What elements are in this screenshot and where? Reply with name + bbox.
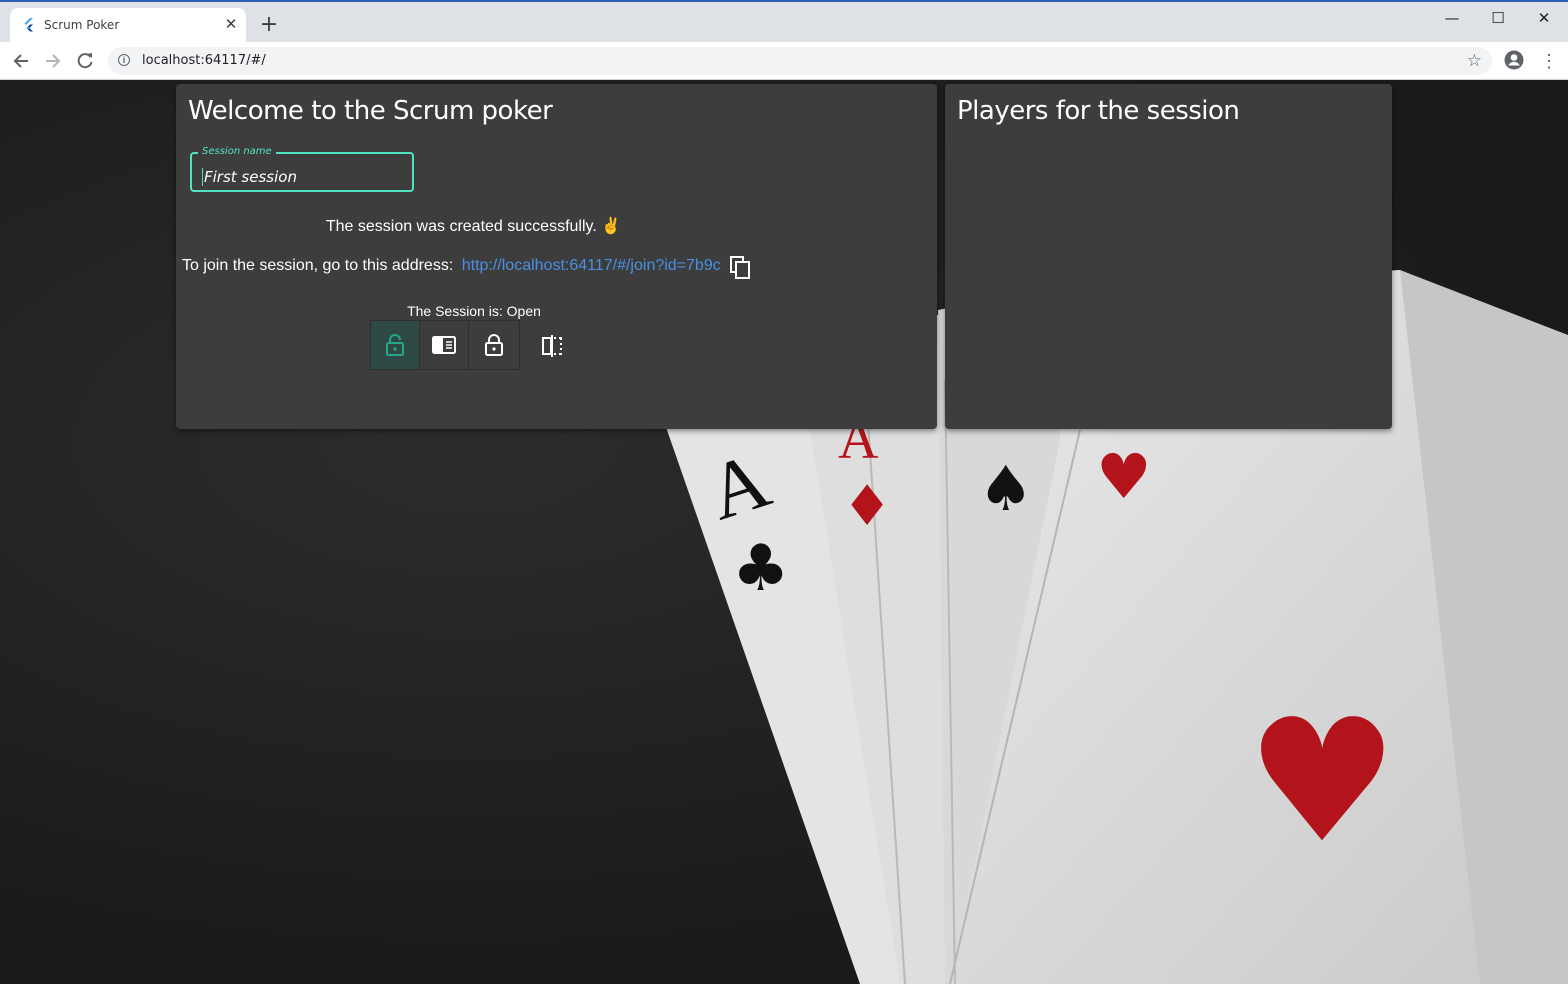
browser-tab[interactable]: Scrum Poker ✕ [10,8,246,44]
app-viewport: A ♣ A ♦ ♠ ♥ ♥ Welcome to the Scrum poker… [0,80,1568,984]
session-name-input[interactable]: First session [202,168,297,186]
forward-arrow-icon[interactable] [42,50,64,72]
open-session-button[interactable] [371,321,420,369]
svg-text:♥: ♥ [1096,440,1152,513]
maximize-button[interactable]: ☐ [1478,6,1518,30]
join-row: To join the session, go to this address:… [182,257,721,275]
browser-menu-icon[interactable]: ⋮ [1540,50,1558,72]
browser-toolbar: i localhost:64117/#/ ☆ ⋮ [0,42,1568,80]
tab-title: Scrum Poker [44,18,120,32]
svg-text:♦: ♦ [842,474,892,539]
copy-icon[interactable] [730,256,752,280]
close-window-button[interactable]: ✕ [1524,6,1564,30]
new-tab-button[interactable]: + [258,14,280,36]
players-title: Players for the session [957,96,1240,126]
players-panel: Players for the session [945,84,1392,429]
show-cards-button[interactable] [420,321,469,369]
bookmark-star-icon[interactable]: ☆ [1467,51,1482,71]
flip-icon[interactable] [540,334,564,358]
session-status: The Session is: Open [407,303,541,319]
info-icon[interactable]: i [118,54,130,66]
minimize-button[interactable]: — [1432,6,1472,30]
session-name-field[interactable]: Session name First session [190,146,414,192]
page-title: Welcome to the Scrum poker [188,96,553,126]
join-link[interactable]: http://localhost:64117/#/join?id=7b9c [462,257,721,274]
svg-text:♥: ♥ [1246,683,1398,881]
session-toggle-group [370,320,520,370]
svg-text:♠: ♠ [978,452,1034,525]
reload-icon[interactable] [74,50,96,72]
address-url[interactable]: localhost:64117/#/ [142,53,266,68]
tab-close-icon[interactable]: ✕ [222,16,240,34]
join-instructions: To join the session, go to this address: [182,257,454,274]
success-message: The session was created successfully. ✌ [325,218,622,235]
flutter-favicon-icon [24,18,33,32]
profile-avatar-icon[interactable] [1504,50,1524,70]
lock-open-icon [386,334,404,356]
address-bar[interactable]: i localhost:64117/#/ ☆ [108,47,1492,75]
lock-closed-icon [484,334,503,356]
svg-text:♣: ♣ [732,532,789,606]
card-view-icon [432,336,456,354]
close-session-button[interactable] [469,321,518,369]
back-arrow-icon[interactable] [10,50,32,72]
session-panel: Welcome to the Scrum poker Session name … [176,84,937,429]
session-name-label: Session name [198,146,276,157]
tab-strip: Scrum Poker ✕ + — ☐ ✕ [0,0,1568,44]
